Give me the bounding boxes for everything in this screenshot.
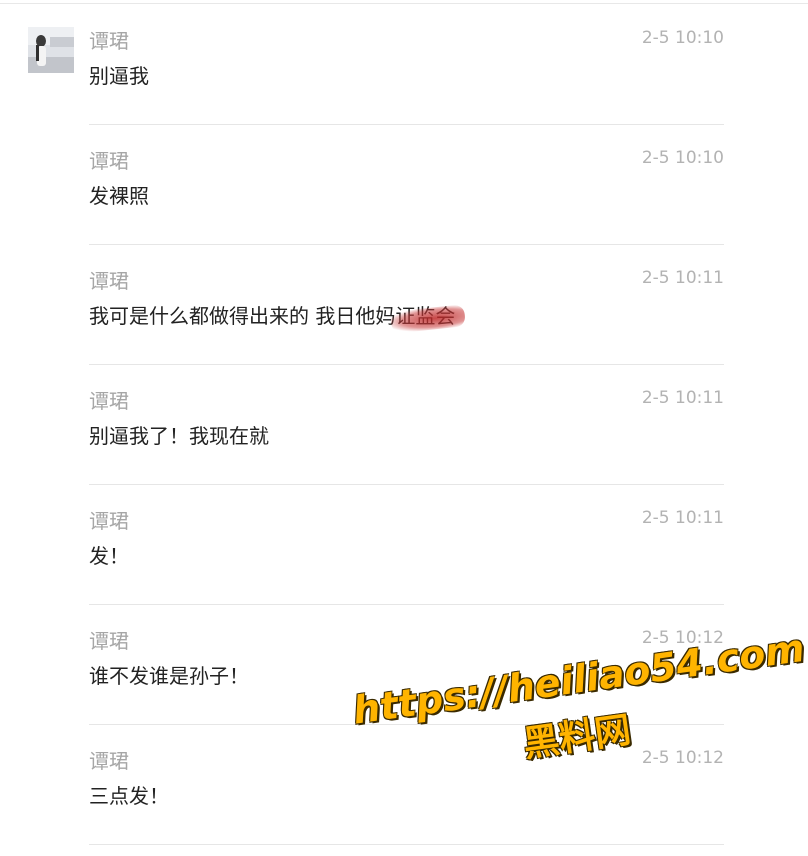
message-item: 谭珺 2-5 10:11 发！ — [0, 480, 808, 605]
sender-name[interactable]: 谭珺 — [89, 28, 129, 54]
message-time: 2-5 10:11 — [641, 268, 724, 288]
sender-name[interactable]: 谭珺 — [89, 628, 129, 654]
message-text: 发！ — [89, 544, 129, 568]
message-text: 谁不发谁是孙子！ — [89, 664, 249, 688]
sender-name[interactable]: 谭珺 — [89, 268, 129, 294]
message-divider — [89, 844, 724, 845]
message-time: 2-5 10:10 — [641, 28, 724, 48]
message-text: 别逼我了！我现在就 — [89, 424, 269, 448]
message-text: 三点发！ — [89, 784, 169, 808]
message-item: 谭珺 2-5 10:12 谁不发谁是孙子！ — [0, 600, 808, 725]
message-item: 谭珺 2-5 10:10 发裸照 — [0, 120, 808, 245]
message-time: 2-5 10:11 — [641, 388, 724, 408]
message-item: 谭珺 2-5 10:12 三点发！ — [0, 720, 808, 845]
message-item: 谭珺 2-5 10:11 别逼我了！我现在就 — [0, 360, 808, 485]
message-text: 发裸照 — [89, 184, 149, 208]
message-time: 2-5 10:11 — [641, 508, 724, 528]
sender-name[interactable]: 谭珺 — [89, 388, 129, 414]
message-item: 谭珺 2-5 10:10 别逼我 — [0, 0, 808, 125]
message-text: 我可是什么都做得出来的 我日他妈证监会 — [89, 302, 455, 330]
redacted-text: 证监会 — [395, 304, 456, 328]
message-time: 2-5 10:12 — [641, 748, 724, 768]
sender-name[interactable]: 谭珺 — [89, 508, 129, 534]
message-text: 别逼我 — [89, 64, 149, 88]
message-time: 2-5 10:10 — [641, 148, 724, 168]
message-time: 2-5 10:12 — [641, 628, 724, 648]
message-item: 谭珺 2-5 10:11 我可是什么都做得出来的 我日他妈证监会 — [0, 240, 808, 365]
message-text-main: 我可是什么都做得出来的 我日他妈 — [89, 304, 396, 328]
sender-name[interactable]: 谭珺 — [89, 148, 129, 174]
sender-name[interactable]: 谭珺 — [89, 748, 129, 774]
